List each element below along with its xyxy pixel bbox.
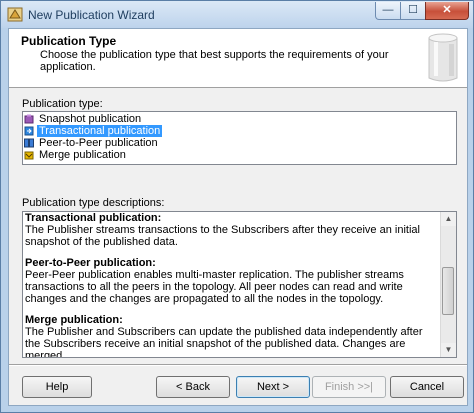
wizard-header: Publication Type Choose the publication …	[9, 29, 467, 88]
window-title: New Publication Wizard	[28, 8, 155, 22]
snapshot-publication-icon	[24, 114, 34, 124]
title-bar[interactable]: New Publication Wizard — ☐ ✕	[1, 1, 473, 28]
cancel-button[interactable]: Cancel	[390, 376, 464, 398]
maximize-button[interactable]: ☐	[400, 2, 426, 20]
next-button[interactable]: Next >	[236, 376, 310, 398]
description-heading-merge: Merge publication:	[25, 314, 123, 326]
vertical-scrollbar[interactable]: ▲ ▼	[440, 212, 456, 357]
merge-publication-icon	[24, 151, 34, 160]
page-title: Publication Type	[21, 34, 117, 48]
transactional-publication-icon	[24, 126, 34, 136]
list-item-merge[interactable]: Merge publication	[23, 149, 456, 161]
description-heading-transactional: Transactional publication:	[25, 212, 162, 224]
database-icon	[428, 33, 458, 82]
scroll-up-arrow-icon[interactable]: ▲	[441, 212, 456, 226]
peer-to-peer-publication-icon	[24, 138, 34, 148]
descriptions-label: Publication type descriptions:	[22, 197, 165, 209]
descriptions-textbox[interactable]: Transactional publication: The Publisher…	[22, 211, 457, 358]
dialog-body: Publication Type Choose the publication …	[8, 28, 468, 406]
description-body-merge: The Publisher and Subscribers can update…	[25, 326, 423, 358]
back-button[interactable]: < Back	[156, 376, 230, 398]
description-body-peer-to-peer: Peer-Peer publication enables multi-mast…	[25, 269, 404, 305]
wizard-window: New Publication Wizard — ☐ ✕ Publication…	[0, 0, 474, 413]
list-item-transactional[interactable]: Transactional publication	[23, 125, 456, 137]
close-button[interactable]: ✕	[425, 2, 469, 20]
publication-type-list[interactable]: Snapshot publication Transactional publi…	[22, 111, 457, 165]
scroll-down-arrow-icon[interactable]: ▼	[441, 343, 456, 357]
help-button[interactable]: Help	[22, 376, 92, 398]
list-item-label: Transactional publication	[37, 125, 163, 137]
list-item-label: Snapshot publication	[39, 113, 142, 125]
description-heading-peer-to-peer: Peer-to-Peer publication:	[25, 257, 156, 269]
publication-type-label: Publication type:	[22, 98, 103, 110]
finish-button[interactable]: Finish >>|	[312, 376, 386, 398]
app-icon	[7, 7, 23, 22]
list-item-peer-to-peer[interactable]: Peer-to-Peer publication	[23, 137, 456, 149]
list-item-snapshot[interactable]: Snapshot publication	[23, 113, 456, 125]
minimize-button[interactable]: —	[375, 2, 401, 20]
page-description: Choose the publication type that best su…	[40, 49, 389, 73]
scrollbar-thumb[interactable]	[442, 267, 454, 315]
descriptions-content: Transactional publication: The Publisher…	[25, 212, 435, 358]
list-item-label: Peer-to-Peer publication	[39, 137, 158, 149]
footer-separator	[9, 364, 467, 366]
description-body-transactional: The Publisher streams transactions to th…	[25, 224, 420, 248]
list-item-label: Merge publication	[39, 149, 126, 161]
